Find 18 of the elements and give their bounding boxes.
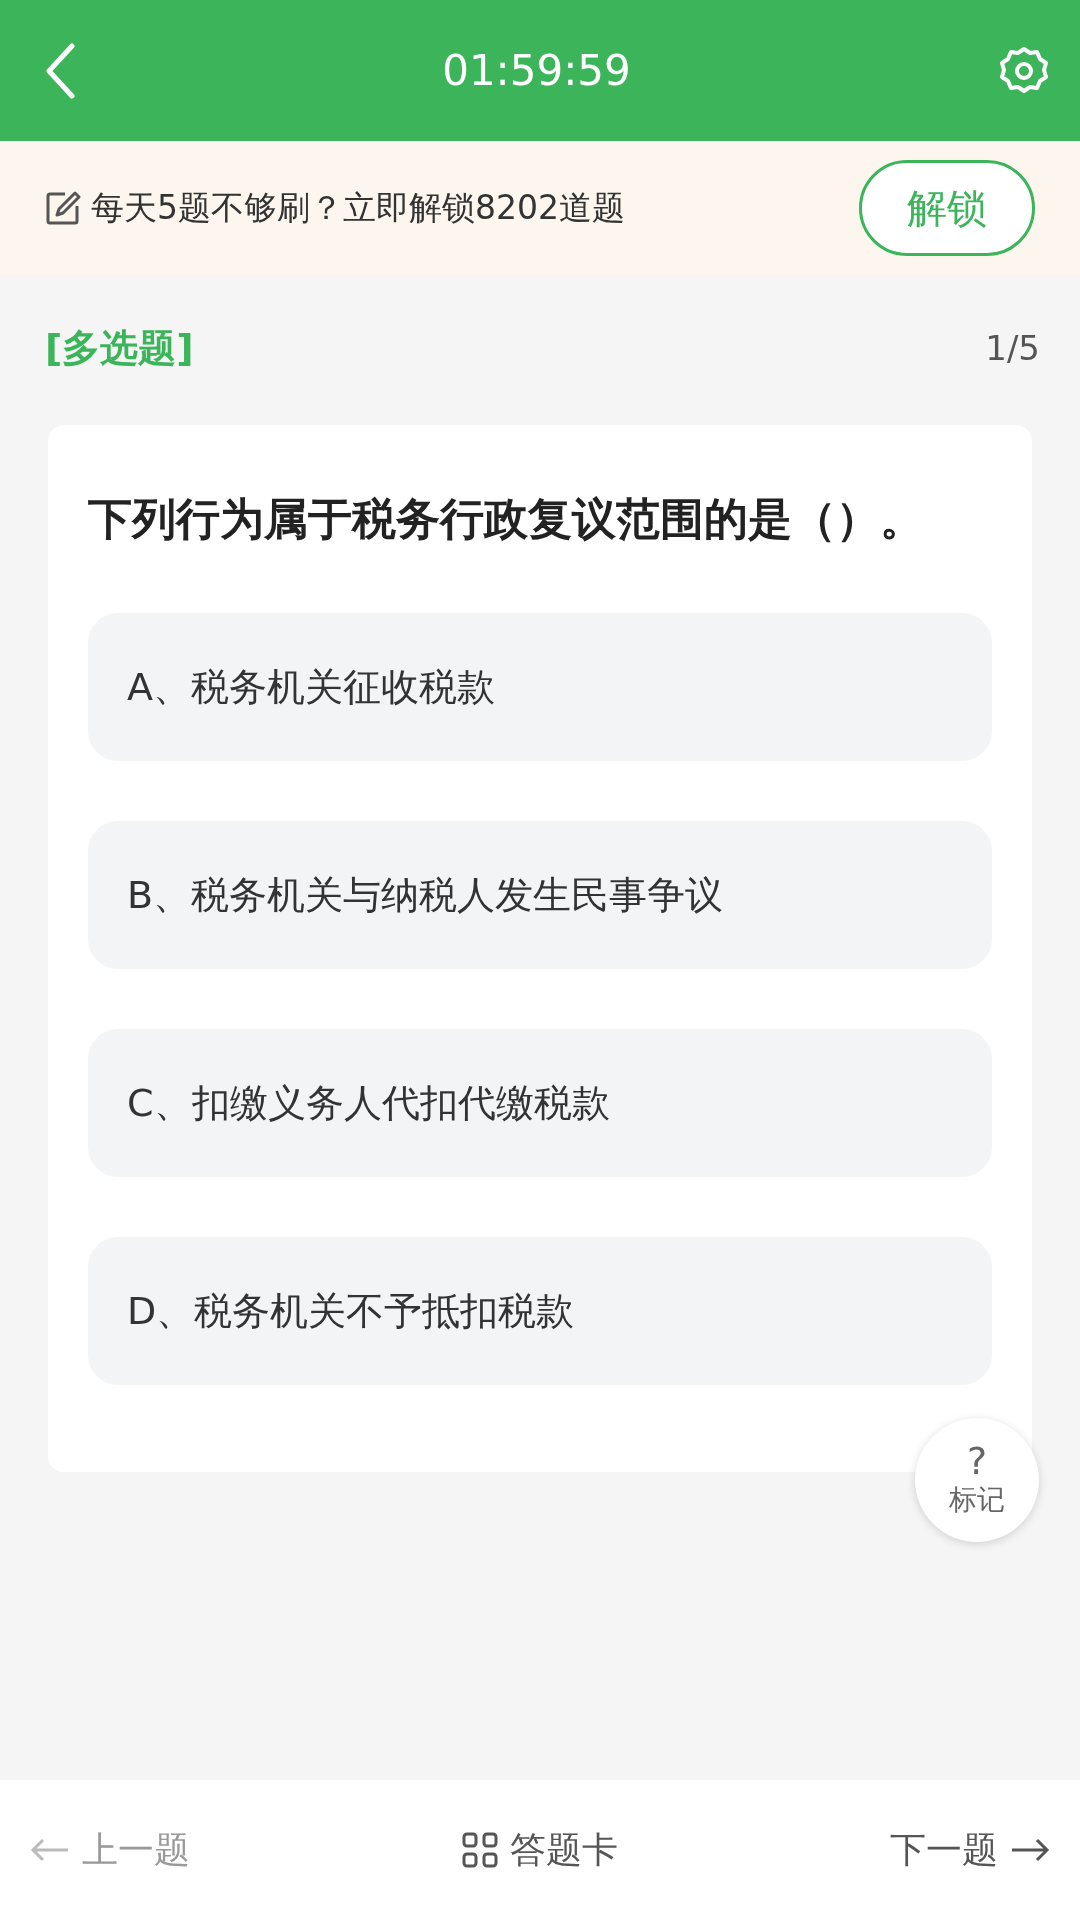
answer-option[interactable]: A、税务机关征收税款 (88, 613, 992, 761)
timer-text: 01:59:59 (442, 46, 631, 95)
answer-card-button[interactable]: 答题卡 (462, 1825, 618, 1875)
left-arrow-icon (30, 1838, 70, 1862)
banner-text: 每天5题不够刷？立即解锁8202道题 (91, 186, 625, 229)
mark-button[interactable]: ? 标记 (915, 1418, 1039, 1542)
mark-label: 标记 (949, 1482, 1005, 1518)
answer-option[interactable]: B、税务机关与纳税人发生民事争议 (88, 821, 992, 969)
right-arrow-icon (1010, 1838, 1050, 1862)
answer-option[interactable]: D、税务机关不予抵扣税款 (88, 1237, 992, 1385)
edit-icon (45, 190, 81, 226)
answer-option[interactable]: C、扣缴义务人代扣代缴税款 (88, 1029, 992, 1177)
back-icon[interactable] (45, 42, 75, 99)
question-icon: ? (966, 1441, 988, 1481)
next-button[interactable]: 下一题 (890, 1825, 1050, 1875)
grid-icon (462, 1832, 498, 1868)
question-type: [多选题] (45, 324, 194, 372)
question-text: 下列行为属于税务行政复议范围的是（）。 (88, 492, 925, 546)
